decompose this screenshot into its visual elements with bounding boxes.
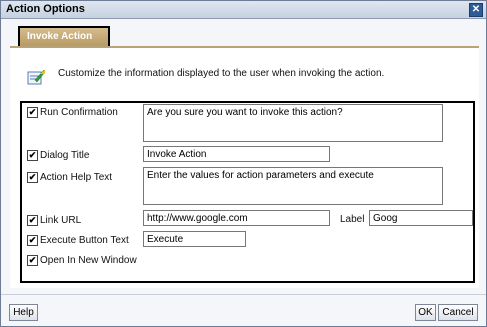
tab-content: Customize the information displayed to t… — [10, 48, 479, 288]
dialog-title: Action Options — [6, 3, 85, 15]
action-options-dialog: Action Options ✕ Invoke Action Customize… — [0, 0, 487, 327]
action-help-text-textarea[interactable]: Enter the values for action parameters a… — [143, 167, 443, 205]
link-url-label: Link URL — [40, 215, 82, 226]
cancel-button[interactable]: Cancel — [438, 304, 478, 321]
run-confirmation-textarea[interactable]: Are you sure you want to invoke this act… — [143, 104, 443, 142]
open-in-new-window-checkbox[interactable]: ✔ — [27, 255, 38, 266]
action-help-text-label: Action Help Text — [40, 172, 113, 183]
run-confirmation-label: Run Confirmation — [40, 107, 118, 118]
link-url-input[interactable]: http://www.google.com — [143, 210, 330, 226]
run-confirmation-checkbox[interactable]: ✔ — [27, 107, 38, 118]
help-button[interactable]: Help — [9, 304, 38, 321]
title-bar: Action Options ✕ — [1, 1, 486, 19]
dialog-title-input[interactable]: Invoke Action — [143, 146, 330, 162]
link-label-input[interactable]: Goog — [369, 210, 473, 226]
execute-button-text-input[interactable]: Execute — [143, 231, 246, 247]
close-icon[interactable]: ✕ — [469, 3, 483, 17]
info-text: Customize the information displayed to t… — [58, 68, 385, 79]
link-url-checkbox[interactable]: ✔ — [27, 215, 38, 226]
dialog-title-checkbox[interactable]: ✔ — [27, 150, 38, 161]
footer-divider — [1, 294, 486, 295]
form-group: ✔ Run Confirmation Are you sure you want… — [20, 101, 475, 283]
link-label-caption: Label — [340, 214, 365, 225]
tab-bar: Invoke Action — [10, 22, 479, 48]
open-in-new-window-label: Open In New Window — [40, 255, 137, 266]
action-icon — [27, 69, 46, 85]
dialog-title-label: Dialog Title — [40, 150, 90, 161]
action-help-text-checkbox[interactable]: ✔ — [27, 172, 38, 183]
execute-button-text-checkbox[interactable]: ✔ — [27, 235, 38, 246]
ok-button[interactable]: OK — [415, 304, 436, 321]
execute-button-text-label: Execute Button Text — [40, 235, 129, 246]
tab-invoke-action[interactable]: Invoke Action — [18, 26, 110, 46]
